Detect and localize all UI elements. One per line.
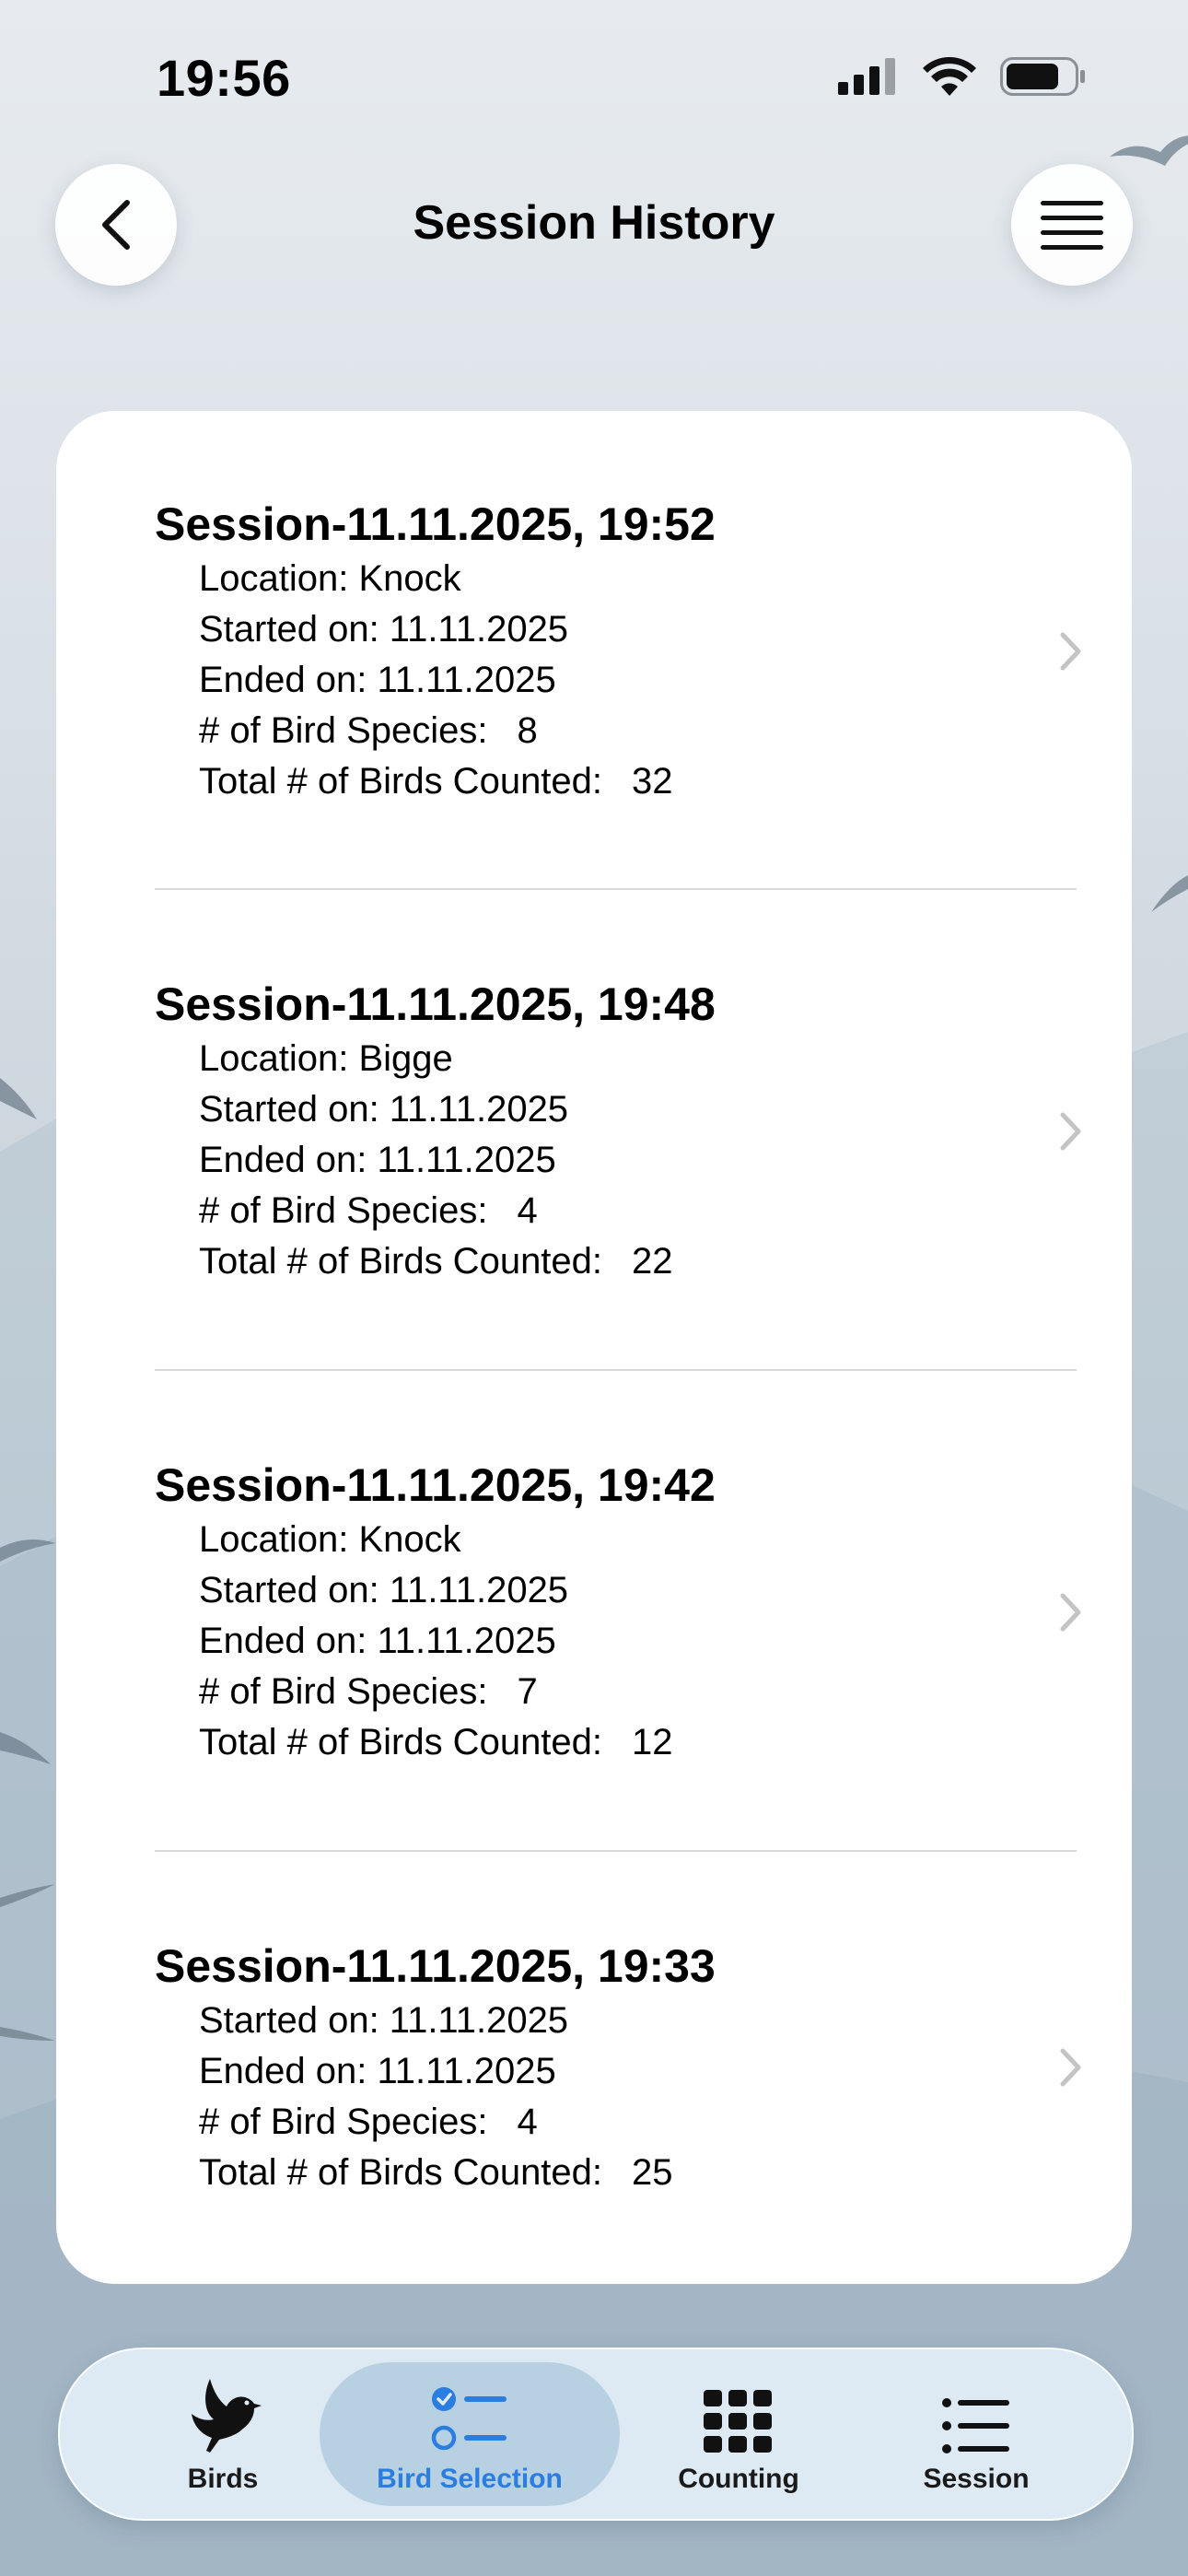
session-list-card: Session-11.11.2025, 19:52 Location: Knoc… [56,411,1132,2284]
total-label: Total # of Birds Counted: [199,2152,603,2193]
total-value: 25 [632,2152,673,2193]
session-species: # of Bird Species: 8 [199,710,538,752]
tab-label: Bird Selection [377,2464,563,2494]
tab-birds[interactable]: Birds [117,2362,329,2506]
session-species: # of Bird Species: 7 [199,1671,538,1713]
tab-bar: Birds Bird Selection Counting Session [58,2348,1134,2521]
chevron-right-icon [1060,2048,1081,2087]
total-value: 32 [632,761,673,802]
row-divider [155,1850,1077,1852]
bird-icon [182,2375,263,2454]
session-title: Session-11.11.2025, 19:42 [155,1459,716,1511]
status-icons [838,57,1087,96]
total-label: Total # of Birds Counted: [199,1722,603,1762]
tab-label: Birds [187,2464,259,2494]
session-total: Total # of Birds Counted: 22 [199,1241,673,1282]
total-label: Total # of Birds Counted: [199,761,603,802]
session-title: Session-11.11.2025, 19:52 [155,498,716,550]
session-total: Total # of Birds Counted: 32 [199,761,673,802]
session-started: Started on: 11.11.2025 [199,609,569,650]
tab-counting[interactable]: Counting [623,2362,854,2506]
session-started: Started on: 11.11.2025 [199,1089,569,1130]
session-row[interactable]: Session-11.11.2025, 19:42 Location: Knoc… [56,1372,1132,1853]
battery-icon [1000,57,1085,96]
session-title: Session-11.11.2025, 19:48 [155,978,716,1030]
total-value: 22 [632,1241,673,1282]
session-row[interactable]: Session-11.11.2025, 19:33 Started on: 11… [56,1853,1132,2284]
status-time: 19:56 [157,49,291,107]
hamburger-menu-icon [1041,201,1103,250]
row-divider [155,1369,1077,1371]
chevron-right-icon [1060,1112,1081,1151]
tab-label: Session [923,2464,1030,2494]
session-species: # of Bird Species: 4 [199,1190,538,1232]
session-ended: Ended on: 11.11.2025 [199,660,556,700]
chevron-right-icon [1060,1593,1081,1632]
session-species: # of Bird Species: 4 [199,2102,538,2143]
session-title: Session-11.11.2025, 19:33 [155,1940,716,1992]
session-location: Location: Knock [199,1519,461,1560]
list-icon [941,2375,1011,2454]
session-ended: Ended on: 11.11.2025 [199,1140,556,1180]
status-bar: 19:56 [0,0,1188,157]
cellular-signal-icon [838,58,895,95]
session-ended: Ended on: 11.11.2025 [199,2051,556,2091]
session-started: Started on: 11.11.2025 [199,1570,569,1610]
menu-button[interactable] [1011,164,1133,286]
species-label: # of Bird Species: [199,1190,488,1231]
session-ended: Ended on: 11.11.2025 [199,1621,556,1661]
total-label: Total # of Birds Counted: [199,1241,603,1282]
session-started: Started on: 11.11.2025 [199,2000,569,2041]
species-value: 4 [517,2102,538,2142]
session-total: Total # of Birds Counted: 12 [199,1722,673,1763]
grid-icon [704,2375,774,2454]
row-divider [155,888,1077,890]
tab-session[interactable]: Session [870,2362,1082,2506]
total-value: 12 [632,1722,673,1762]
page-title: Session History [413,196,775,250]
species-label: # of Bird Species: [199,1671,488,1712]
species-value: 4 [517,1190,538,1231]
session-row[interactable]: Session-11.11.2025, 19:48 Location: Bigg… [56,891,1132,1372]
session-location: Location: Knock [199,558,461,599]
species-label: # of Bird Species: [199,2102,488,2142]
session-row[interactable]: Session-11.11.2025, 19:52 Location: Knoc… [56,411,1132,891]
session-total: Total # of Birds Counted: 25 [199,2152,673,2194]
navigation-header: Session History [0,157,1188,295]
species-label: # of Bird Species: [199,710,488,751]
tab-label: Counting [678,2464,799,2494]
session-location: Location: Bigge [199,1038,453,1079]
wifi-icon [923,57,976,96]
species-value: 8 [517,710,538,751]
checklist-icon [431,2375,508,2454]
chevron-right-icon [1060,632,1081,671]
tab-bird-selection[interactable]: Bird Selection [320,2362,620,2506]
species-value: 7 [517,1671,538,1712]
